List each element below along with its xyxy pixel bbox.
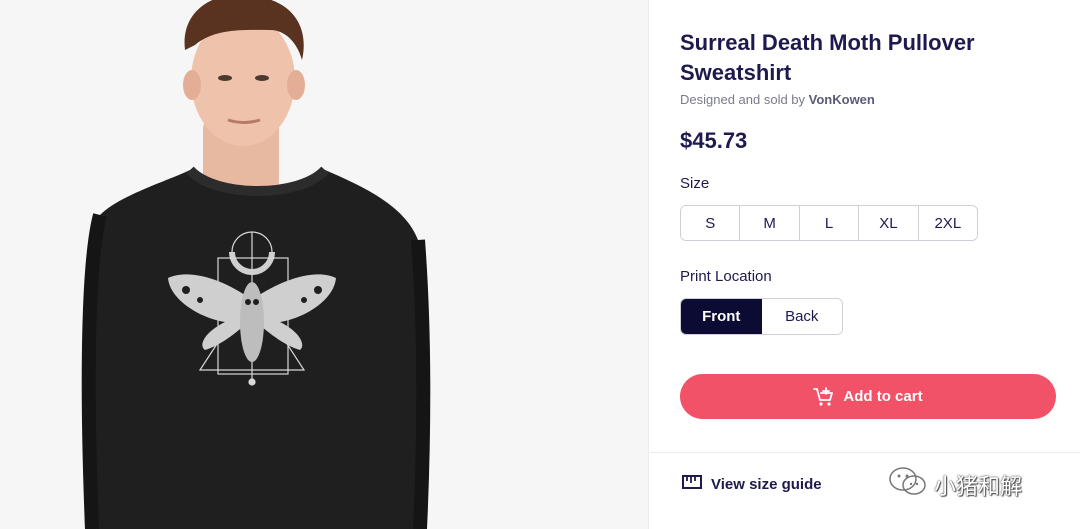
- size-guide-link[interactable]: View size guide: [682, 474, 822, 494]
- model-in-sweatshirt-illustration: [81, 0, 431, 529]
- product-price: $45.73: [680, 128, 748, 153]
- ruler-icon: [682, 474, 702, 494]
- size-option-xl[interactable]: XL: [859, 206, 919, 240]
- size-option-s[interactable]: S: [681, 206, 741, 240]
- cart-plus-icon: [813, 386, 835, 407]
- add-to-cart-label: Add to cart: [843, 388, 923, 405]
- wechat-icon: [888, 465, 928, 505]
- print-location-back[interactable]: Back: [761, 299, 842, 334]
- add-to-cart-button[interactable]: Add to cart: [680, 374, 1056, 419]
- size-selector: S M L XL 2XL: [680, 205, 978, 241]
- watermark-text: 小猪和解: [934, 475, 1023, 500]
- print-location-label: Print Location: [680, 268, 772, 285]
- size-option-l[interactable]: L: [799, 206, 860, 240]
- product-info-panel: Surreal Death Moth Pullover Sweatshirt D…: [680, 0, 1056, 529]
- size-option-2xl[interactable]: 2XL: [918, 206, 977, 240]
- panel-divider: [648, 0, 649, 529]
- print-location-front[interactable]: Front: [681, 299, 762, 334]
- designer-credit: Designed and sold by VonKowen: [680, 92, 875, 107]
- print-location-selector: Front Back: [680, 298, 843, 335]
- designer-link[interactable]: VonKowen: [809, 92, 875, 107]
- product-image: [0, 0, 648, 529]
- size-option-m[interactable]: M: [740, 206, 800, 240]
- watermark: 小猪和解: [888, 465, 1022, 505]
- product-title: Surreal Death Moth Pullover Sweatshirt: [680, 30, 975, 85]
- designer-prefix: Designed and sold by: [680, 92, 806, 107]
- size-label: Size: [680, 175, 710, 192]
- section-divider: [650, 452, 1080, 453]
- size-guide-label: View size guide: [711, 475, 822, 493]
